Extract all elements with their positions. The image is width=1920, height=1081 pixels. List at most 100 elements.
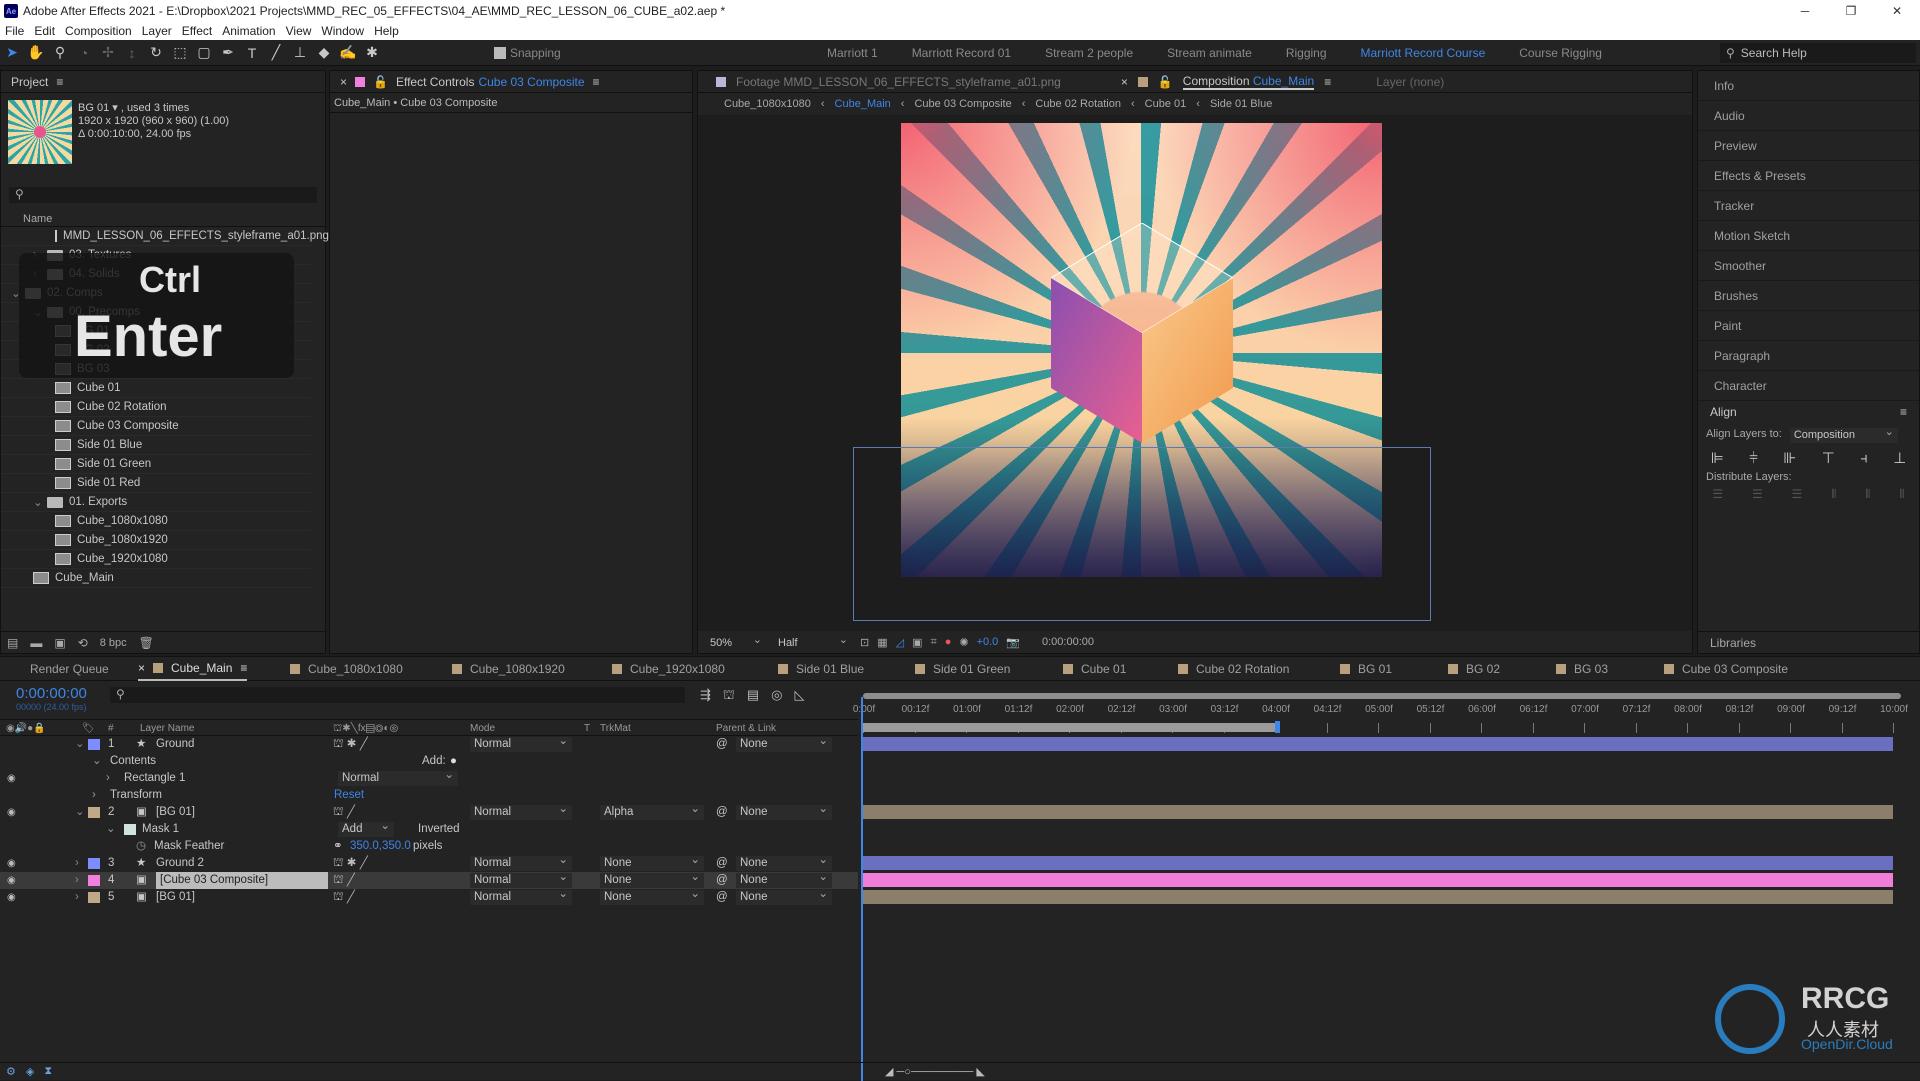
mask-visibility-icon[interactable]: ◿: [896, 636, 904, 649]
project-item[interactable]: MMD_LESSON_06_EFFECTS_styleframe_a01.png: [1, 227, 329, 246]
mode-dropdown[interactable]: Normal: [470, 853, 572, 871]
rotate-tool-icon[interactable]: ↻: [144, 44, 168, 61]
parent-dropdown[interactable]: None: [736, 887, 832, 905]
panel-info[interactable]: Info: [1698, 71, 1919, 101]
parent-dropdown[interactable]: None: [736, 870, 832, 888]
grid-guides-icon[interactable]: ⌗: [931, 636, 937, 649]
tab-composition[interactable]: Composition Cube_Main: [1182, 74, 1315, 90]
workspace-tab[interactable]: Marriott 1: [827, 46, 878, 60]
lock-icon[interactable]: 🔓: [373, 75, 388, 89]
menu-window[interactable]: Window: [316, 24, 369, 38]
timeline-search-input[interactable]: ⚲: [110, 687, 685, 703]
label-color[interactable]: [88, 858, 100, 869]
region-of-interest-icon[interactable]: ▣: [912, 636, 922, 649]
panel-motion-sketch[interactable]: Motion Sketch: [1698, 221, 1919, 251]
workspace-tab[interactable]: Course Rigging: [1519, 46, 1602, 60]
panel-preview[interactable]: Preview: [1698, 131, 1919, 161]
panel-smoother[interactable]: Smoother: [1698, 251, 1919, 281]
align-top-icon[interactable]: ⊤: [1822, 449, 1835, 467]
flowchart-icon[interactable]: ⟲: [78, 636, 88, 650]
property-row[interactable]: › Transform Reset: [0, 787, 858, 804]
pick-whip-icon[interactable]: @: [716, 855, 728, 872]
parent-dropdown[interactable]: None: [736, 802, 832, 820]
expand-chevron-icon[interactable]: ⌄: [92, 753, 102, 770]
parent-dropdown[interactable]: None: [736, 734, 832, 752]
visibility-eye-icon[interactable]: ◉: [7, 872, 16, 889]
distribute-icon[interactable]: ⦀: [1865, 487, 1870, 507]
current-time[interactable]: 0:00:00:00: [16, 685, 87, 702]
reset-exposure-icon[interactable]: ✺: [959, 636, 968, 649]
panel-menu-icon[interactable]: ≡: [240, 656, 247, 680]
project-item[interactable]: Cube_Main: [1, 569, 311, 588]
timeline-tab[interactable]: Cube_1080x1080: [290, 657, 403, 681]
project-search-input[interactable]: ⚲: [9, 187, 317, 203]
layer-row[interactable]: ◉ › 5 ▣ [BG 01] ⛫ ╱ Normal None @ None: [0, 887, 858, 906]
mode-dropdown[interactable]: Normal: [470, 887, 572, 905]
fast-previews-icon[interactable]: ⊡: [860, 636, 869, 649]
pan-tool-icon[interactable]: ✢: [96, 44, 120, 61]
workspace-tab[interactable]: Stream animate: [1167, 46, 1252, 60]
new-folder-icon[interactable]: ▬: [30, 636, 42, 650]
work-area-bar[interactable]: [863, 723, 1277, 732]
panel-effects-presets[interactable]: Effects & Presets: [1698, 161, 1919, 191]
anchor-tool-icon[interactable]: ⬚: [168, 44, 192, 61]
playhead[interactable]: [861, 697, 863, 1081]
distribute-icon[interactable]: ☰: [1792, 487, 1803, 507]
close-tab-icon[interactable]: ×: [340, 75, 347, 89]
menu-file[interactable]: File: [0, 24, 29, 38]
align-v-center-icon[interactable]: ⫞: [1860, 450, 1868, 467]
inverted-checkbox[interactable]: Inverted: [418, 821, 460, 838]
layer-duration-bar[interactable]: [863, 805, 1893, 819]
timeline-tab[interactable]: Side 01 Blue: [778, 657, 864, 681]
property-row[interactable]: ⌄ Contents Add: ●: [0, 753, 858, 770]
brush-tool-icon[interactable]: ╱: [264, 44, 288, 61]
transparency-grid-icon[interactable]: ▦: [877, 636, 887, 649]
distribute-icon[interactable]: ☰: [1752, 487, 1763, 507]
selection-tool-icon[interactable]: ➤: [0, 44, 24, 61]
expand-chevron-icon[interactable]: ›: [92, 787, 96, 804]
expand-chevron-icon[interactable]: ›: [75, 872, 79, 889]
visibility-eye-icon[interactable]: ◉: [7, 770, 16, 787]
trkmat-dropdown[interactable]: None: [600, 870, 704, 888]
frame-blending-icon[interactable]: ▤: [747, 687, 759, 705]
layer-duration-bar[interactable]: [863, 856, 1893, 870]
visibility-eye-icon[interactable]: ◉: [7, 855, 16, 872]
bpc-button[interactable]: 8 bpc: [100, 637, 127, 649]
workspace-tab[interactable]: Marriott Record 01: [912, 46, 1011, 60]
label-color[interactable]: [88, 892, 100, 903]
switches[interactable]: ⛫ ✱ ╱: [333, 855, 368, 872]
layer-duration-bar[interactable]: [863, 737, 1893, 751]
menu-edit[interactable]: Edit: [29, 24, 60, 38]
search-help-input[interactable]: ⚲ Search Help: [1720, 43, 1916, 63]
panel-menu-icon[interactable]: ≡: [56, 75, 63, 89]
timeline-tab[interactable]: Render Queue: [30, 657, 109, 681]
close-tab-icon[interactable]: ×: [1121, 75, 1128, 89]
trkmat-dropdown[interactable]: Alpha: [600, 802, 704, 820]
eraser-tool-icon[interactable]: ◆: [312, 44, 336, 61]
layer-row[interactable]: ◉ › 3 ★ Ground 2 ⛫ ✱ ╱ Normal None @ None: [0, 853, 858, 872]
menu-animation[interactable]: Animation: [217, 24, 280, 38]
visibility-eye-icon[interactable]: ◉: [7, 804, 16, 821]
project-item[interactable]: Side 01 Blue: [1, 436, 311, 455]
distribute-icon[interactable]: ⦀: [1831, 487, 1836, 507]
trkmat-dropdown[interactable]: None: [600, 853, 704, 871]
menu-effect[interactable]: Effect: [177, 24, 217, 38]
zoom-dropdown[interactable]: 50%: [706, 633, 766, 651]
timeline-tab[interactable]: BG 01: [1340, 657, 1392, 681]
switches[interactable]: ⛫ ✱ ╱: [333, 736, 368, 753]
expand-chevron-icon[interactable]: ›: [75, 889, 79, 906]
breadcrumb-item[interactable]: Cube 03 Composite: [914, 98, 1011, 110]
distribute-icon[interactable]: ☰: [1712, 487, 1723, 507]
pen-tool-icon[interactable]: ✒: [216, 44, 240, 61]
stamp-tool-icon[interactable]: ⊥: [288, 44, 312, 61]
render-time-icon[interactable]: ⧗: [44, 1065, 52, 1078]
panel-paint[interactable]: Paint: [1698, 311, 1919, 341]
pick-whip-icon[interactable]: @: [716, 736, 728, 753]
toggle-switches-icon[interactable]: ⚙: [6, 1065, 16, 1078]
property-row[interactable]: ◷ Mask Feather ⚭ 350.0,350.0 pixels: [0, 838, 858, 855]
rectangle-tool-icon[interactable]: ▢: [192, 44, 216, 61]
expand-chevron-icon[interactable]: ›: [106, 770, 110, 787]
tab-footage[interactable]: Footage MMD_LESSON_06_EFFECTS_styleframe…: [736, 75, 1061, 89]
workspace-tab[interactable]: Rigging: [1286, 46, 1327, 60]
layer-row[interactable]: ⌄ 1 ★ Ground ⛫ ✱ ╱ Normal @ None: [0, 734, 858, 753]
